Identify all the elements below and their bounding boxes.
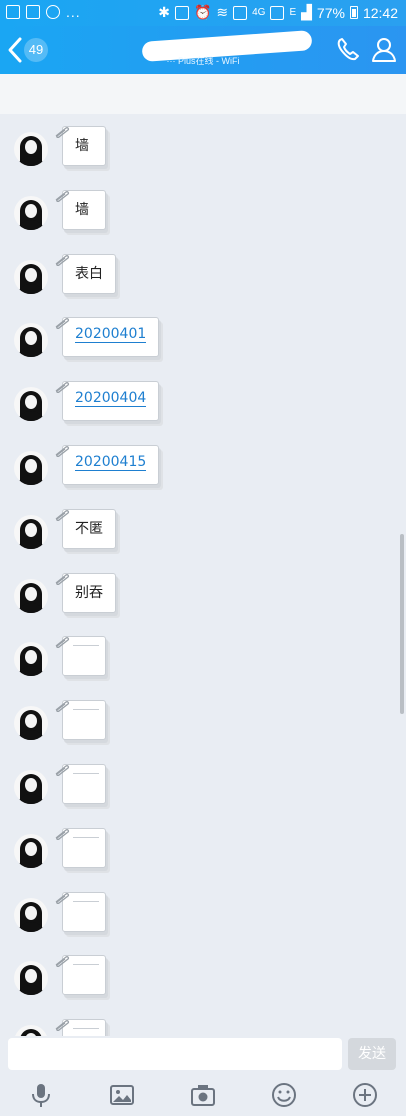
bluetooth-icon: ✱ <box>158 4 170 20</box>
network-type-secondary: E <box>289 7 297 18</box>
status-bar: ... ✱ ⏰ ≋ 4G E ▟ 77% 12:42 <box>0 0 406 26</box>
avatar[interactable] <box>14 706 48 741</box>
paperclip-icon <box>54 123 70 139</box>
header-banner <box>0 74 406 114</box>
clock: 12:42 <box>362 4 398 21</box>
more-button[interactable] <box>352 1082 378 1108</box>
paperclip-icon <box>54 952 70 968</box>
paperclip-icon <box>54 506 70 521</box>
paperclip-icon <box>54 570 70 585</box>
photo-button[interactable] <box>109 1082 135 1108</box>
composer-bar: 发送 <box>0 1036 406 1074</box>
avatar[interactable] <box>14 897 48 932</box>
emoji-button[interactable] <box>271 1082 297 1108</box>
paperclip-icon <box>54 442 70 458</box>
message-bubble[interactable]: 不匿 <box>62 508 116 549</box>
emoji-icon <box>272 1083 296 1107</box>
avatar[interactable] <box>14 770 48 804</box>
paperclip-icon <box>54 314 70 330</box>
avatar[interactable] <box>14 833 48 868</box>
message-bubble[interactable]: 20200404 <box>62 381 160 422</box>
profile-icon <box>372 38 396 62</box>
avatar[interactable] <box>14 132 48 166</box>
microphone-icon <box>32 1084 50 1107</box>
paperclip-icon <box>54 889 70 904</box>
wifi-icon: ≋ <box>216 4 229 20</box>
message-list[interactable]: 墙墙表白 20200401 20200404 20200415 不匿 别吞 <box>0 114 406 1036</box>
avatar[interactable] <box>14 1025 48 1036</box>
phone-icon <box>337 38 359 61</box>
avatar[interactable] <box>14 451 48 485</box>
message-text: 不匿 <box>75 520 103 537</box>
avatar[interactable] <box>14 642 48 677</box>
message-bubble[interactable]: 20200401 <box>62 317 160 358</box>
battery-icon <box>349 6 358 19</box>
scrollbar[interactable] <box>400 534 404 714</box>
avatar[interactable] <box>14 323 48 358</box>
message-text: 墙 <box>75 138 89 154</box>
message-link[interactable]: 20200404 <box>75 390 147 408</box>
paperclip-icon <box>54 378 70 394</box>
message-text: 别吞 <box>75 584 103 601</box>
paperclip-icon <box>54 251 70 266</box>
avatar[interactable] <box>14 578 48 613</box>
paperclip-icon <box>54 1016 70 1032</box>
paperclip-icon <box>54 633 70 649</box>
composer-toolbar <box>0 1074 406 1116</box>
message-text: 表白 <box>75 265 103 282</box>
avatar[interactable] <box>14 387 48 422</box>
alarm-icon: ⏰ <box>193 4 212 20</box>
chat-header: 49 ··· Plus在线 - WiFi <box>0 26 406 74</box>
send-button[interactable]: 发送 <box>348 1038 396 1070</box>
paperclip-icon <box>54 825 70 840</box>
signal-icon-2: ▟ <box>301 4 312 20</box>
paperclip-icon <box>54 697 70 713</box>
sim-icon <box>233 5 248 20</box>
message-text: 墙 <box>75 201 89 218</box>
message-bubble[interactable]: 表白 <box>62 253 116 294</box>
avatar[interactable] <box>14 195 48 230</box>
paperclip-icon <box>54 761 70 777</box>
nfc-icon <box>174 5 189 20</box>
avatar[interactable] <box>14 259 48 294</box>
message-bubble[interactable]: 20200415 <box>62 445 160 485</box>
plus-icon <box>353 1083 377 1107</box>
message-input[interactable] <box>8 1038 342 1070</box>
message-link[interactable]: 20200415 <box>75 454 147 471</box>
paperclip-icon <box>54 187 70 202</box>
network-type: 4G <box>252 7 266 18</box>
image-icon <box>110 1085 134 1105</box>
gallery-notification-icon <box>6 5 20 19</box>
signal-icon <box>270 5 285 20</box>
voice-button[interactable] <box>28 1082 54 1108</box>
message-bubble[interactable]: 别吞 <box>62 572 116 613</box>
app-notification-icon <box>26 5 40 19</box>
battery-percent: 77% <box>316 4 345 21</box>
camera-icon <box>191 1085 215 1106</box>
message-row <box>0 1019 406 1036</box>
message-link[interactable]: 20200401 <box>75 326 147 344</box>
voice-call-button[interactable] <box>334 36 362 64</box>
avatar[interactable] <box>14 514 48 549</box>
avatar[interactable] <box>14 961 48 996</box>
wechat-notification-icon <box>46 5 60 19</box>
contact-profile-button[interactable] <box>370 36 398 64</box>
more-notifications: ... <box>66 4 81 20</box>
camera-button[interactable] <box>190 1082 216 1108</box>
